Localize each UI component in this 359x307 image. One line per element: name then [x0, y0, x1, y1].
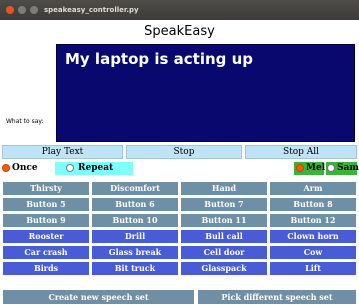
speech-button[interactable]: Thirsty — [3, 182, 89, 195]
sam-label: Sam — [337, 163, 359, 173]
stop-all-button[interactable]: Stop All — [245, 145, 357, 159]
speech-text-area[interactable]: My laptop is acting up — [56, 44, 355, 142]
speech-button[interactable]: Arm — [270, 182, 356, 195]
speech-button-grid: Thirsty Discomfort Hand Arm Button 5 Button 6… — [3, 182, 356, 275]
create-speech-set-button[interactable]: Create new speech set — [3, 290, 194, 304]
speech-button[interactable]: Button 11 — [181, 214, 267, 227]
speech-button[interactable]: Hand — [181, 182, 267, 195]
window-titlebar: speakeasy_controller.py — [0, 0, 359, 20]
once-radio[interactable] — [2, 164, 10, 172]
speech-button[interactable]: Button 5 — [3, 198, 89, 211]
maximize-window-button[interactable] — [30, 6, 38, 14]
speech-button[interactable]: Button 12 — [270, 214, 356, 227]
pick-speech-set-button[interactable]: Pick different speech set — [198, 290, 356, 304]
speech-button[interactable]: Bull call — [181, 230, 267, 243]
repeat-radio[interactable] — [66, 164, 74, 172]
mel-radio[interactable] — [296, 164, 304, 172]
sam-radio[interactable] — [327, 164, 335, 172]
app-title: SpeakEasy — [144, 24, 215, 39]
what-to-say-label: What to say: — [6, 118, 44, 125]
minimize-window-button[interactable] — [18, 6, 26, 14]
speech-button[interactable]: Button 8 — [270, 198, 356, 211]
speech-button[interactable]: Clown horn — [270, 230, 356, 243]
speech-button[interactable]: Button 10 — [92, 214, 178, 227]
speech-button[interactable]: Bit truck — [92, 262, 178, 275]
speech-button[interactable]: Glass break — [92, 246, 178, 259]
stop-button[interactable]: Stop — [126, 145, 242, 159]
speech-button[interactable]: Button 6 — [92, 198, 178, 211]
speech-button[interactable]: Drill — [92, 230, 178, 243]
repeat-label: Repeat — [78, 163, 114, 173]
speech-button[interactable]: Discomfort — [92, 182, 178, 195]
mel-label: Mel — [306, 163, 326, 173]
window-title: speakeasy_controller.py — [44, 6, 139, 14]
speech-button[interactable]: Cell door — [181, 246, 267, 259]
speech-button[interactable]: Lift — [270, 262, 356, 275]
speech-button[interactable]: Birds — [3, 262, 89, 275]
once-label: Once — [12, 163, 38, 173]
speech-button[interactable]: Rooster — [3, 230, 89, 243]
options-row: Once Repeat Mel Sam — [0, 162, 359, 175]
close-window-button[interactable] — [6, 6, 14, 14]
speech-button[interactable]: Button 7 — [181, 198, 267, 211]
speech-button[interactable]: Glasspack — [181, 262, 267, 275]
play-text-button[interactable]: Play Text — [2, 145, 123, 159]
speech-button[interactable]: Car crash — [3, 246, 89, 259]
speech-button[interactable]: Cow — [270, 246, 356, 259]
speech-button[interactable]: Button 9 — [3, 214, 89, 227]
